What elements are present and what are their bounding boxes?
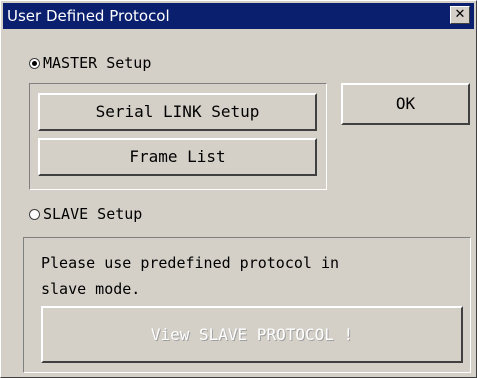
radio-checked-icon[interactable] [29, 57, 40, 69]
close-button[interactable]: ✕ [450, 6, 470, 24]
slave-setup-radio[interactable]: SLAVE Setup [29, 203, 142, 225]
serial-link-setup-button[interactable]: Serial LINK Setup [38, 93, 317, 131]
frame-list-button[interactable]: Frame List [38, 138, 317, 176]
view-slave-protocol-button: View SLAVE PROTOCOL ! [41, 306, 463, 363]
close-icon: ✕ [454, 7, 466, 22]
slave-mode-message: Please use predefined protocol in slave … [41, 254, 340, 298]
master-setup-label: MASTER Setup [43, 54, 152, 72]
master-setup-radio[interactable]: MASTER Setup [29, 52, 151, 74]
ok-button[interactable]: OK [341, 83, 470, 125]
user-defined-protocol-dialog: User Defined Protocol ✕ MASTER Setup Ser… [0, 0, 477, 378]
slave-setup-label: SLAVE Setup [43, 205, 143, 223]
title-bar[interactable]: User Defined Protocol ✕ [3, 3, 474, 29]
window-title: User Defined Protocol [7, 7, 170, 25]
radio-unchecked-icon[interactable] [29, 208, 40, 220]
